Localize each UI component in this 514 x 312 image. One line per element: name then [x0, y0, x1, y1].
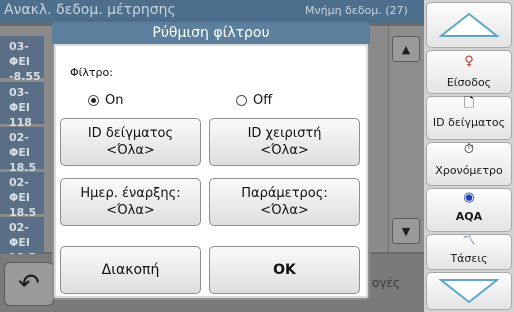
- person-icon: ♀: [464, 54, 474, 69]
- arrow-up-icon: ▲: [401, 42, 411, 56]
- timer-icon: ⏱: [463, 142, 475, 157]
- triangle-up-icon: [439, 12, 499, 37]
- sidebar-item-label: Τάσεις: [450, 252, 488, 265]
- trend-icon: 〽: [462, 234, 476, 249]
- list-item[interactable]: 02-ΦΕΙ 18.5: [0, 127, 44, 174]
- list-item[interactable]: 03-ΦΕΙ 118: [0, 82, 44, 129]
- list-item[interactable]: 02-ΦΕΙ 18.5: [0, 172, 44, 219]
- scroll-up-button[interactable]: ▲: [392, 36, 420, 62]
- background-bottom-text: ογές: [372, 276, 400, 290]
- scroll-down-button[interactable]: ▼: [392, 218, 420, 244]
- sample-id-filter-button[interactable]: ID δείγματος <Όλα>: [60, 118, 201, 166]
- ok-button[interactable]: OK: [209, 246, 360, 294]
- radio-off[interactable]: Off: [236, 93, 272, 108]
- scroll-down-large-button[interactable]: [426, 272, 512, 310]
- background-count: Μνήμη δεδομ. (27): [305, 4, 408, 17]
- background-title-bar: Ανακλ. δεδομ. μέτρησης Μνήμη δεδομ. (27): [0, 0, 424, 24]
- radio-on-label: On: [105, 93, 124, 108]
- start-date-filter-button[interactable]: Ημερ. έναρξης: <Όλα>: [60, 178, 201, 226]
- sidebar-item-label: Είσοδος: [446, 76, 492, 89]
- aqa-icon: ◉: [463, 190, 475, 205]
- scroll-up-large-button[interactable]: [426, 2, 512, 48]
- radio-on[interactable]: On: [88, 93, 123, 108]
- sidebar-item-label: ID δείγματος: [432, 116, 506, 129]
- sidebar-item-label: Χρονόμετρο: [435, 164, 503, 177]
- triangle-down-icon: [439, 279, 499, 304]
- sidebar-item-label: AQA: [455, 210, 483, 223]
- back-button[interactable]: ↶: [4, 262, 54, 306]
- back-arrow-icon: ↶: [18, 269, 40, 299]
- parameter-filter-button[interactable]: Παράμετρος: <Όλα>: [209, 178, 360, 226]
- dialog-title: Ρύθμιση φίλτρου: [52, 22, 370, 44]
- cancel-button[interactable]: Διακοπή: [60, 246, 201, 294]
- radio-unselected-icon: [236, 95, 247, 106]
- list-item[interactable]: 02-ΦΕΙ 18.5: [0, 217, 44, 264]
- operator-id-filter-button[interactable]: ID χειριστή <Όλα>: [209, 118, 360, 166]
- radio-selected-icon: [88, 95, 99, 106]
- arrow-down-icon: ▼: [401, 224, 411, 238]
- list-item[interactable]: 03-ΦΕΙ -8.55: [0, 36, 44, 83]
- background-title: Ανακλ. δεδομ. μέτρησης: [4, 2, 176, 18]
- radio-off-label: Off: [253, 93, 273, 108]
- filter-label: Φίλτρο:: [70, 66, 113, 79]
- sample-icon: 🗋: [463, 96, 475, 111]
